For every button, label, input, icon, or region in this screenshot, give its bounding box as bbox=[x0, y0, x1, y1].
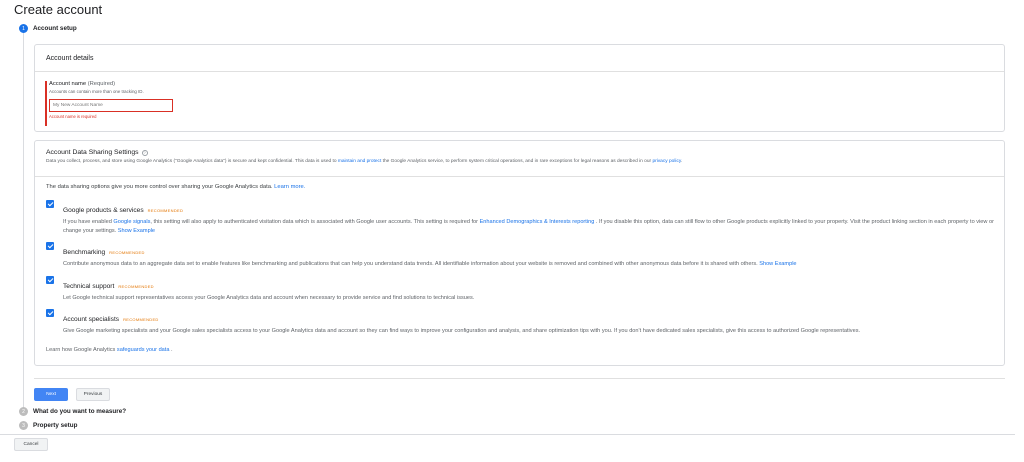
privacy-policy-link[interactable]: privacy policy bbox=[652, 159, 680, 164]
cancel-button[interactable]: Cancel bbox=[14, 438, 48, 451]
account-specialists-checkbox[interactable] bbox=[46, 309, 54, 317]
step-number-3: 3 bbox=[19, 421, 28, 430]
option-body: Google products & services RECOMMENDED If… bbox=[63, 199, 996, 235]
show-example-link[interactable]: Show Example bbox=[118, 228, 155, 234]
option-body: Technical support RECOMMENDED Let Google … bbox=[63, 275, 474, 303]
option-description: Let Google technical support representat… bbox=[63, 295, 475, 301]
step-label: Account setup bbox=[33, 25, 77, 32]
desc-text: If you have enabled bbox=[63, 219, 114, 225]
option-title: Account specialists bbox=[63, 316, 120, 323]
data-sharing-title: Account Data Sharing Settings ? bbox=[46, 149, 993, 156]
account-name-label-text: Account name bbox=[49, 81, 87, 87]
option-title-row: Account specialists RECOMMENDED bbox=[63, 308, 860, 326]
data-sharing-intro: The data sharing options give you more c… bbox=[46, 184, 305, 190]
learn-text: Learn how Google Analytics bbox=[46, 347, 117, 353]
stepper-line bbox=[23, 32, 24, 412]
learn-safeguards: Learn how Google Analytics safeguards yo… bbox=[46, 347, 173, 353]
required-label: (Required) bbox=[87, 81, 116, 87]
step-label: Property setup bbox=[33, 422, 78, 429]
option-description: If you have enabled Google signals, this… bbox=[63, 218, 996, 235]
recommended-badge: RECOMMENDED bbox=[118, 284, 154, 289]
option-technical-support: Technical support RECOMMENDED Let Google … bbox=[46, 275, 996, 303]
learn-text: . bbox=[169, 347, 173, 353]
account-details-card: Account details Account name (Required) … bbox=[34, 44, 1005, 132]
step-what-to-measure[interactable]: 2 What do you want to measure? bbox=[19, 407, 126, 416]
option-body: Account specialists RECOMMENDED Give Goog… bbox=[63, 308, 860, 336]
previous-button[interactable]: Previous bbox=[76, 388, 110, 401]
option-benchmarking: Benchmarking RECOMMENDED Contribute anony… bbox=[46, 241, 996, 269]
maintain-protect-link[interactable]: maintain and protect bbox=[338, 159, 381, 164]
google-signals-link[interactable]: Google signals bbox=[113, 219, 150, 225]
footer-divider bbox=[0, 434, 1015, 435]
account-details-header: Account details bbox=[35, 45, 1004, 72]
recommended-badge: RECOMMENDED bbox=[147, 208, 184, 213]
desc-text: Contribute anonymous data to an aggregat… bbox=[63, 261, 760, 267]
data-sharing-card: Account Data Sharing Settings ? Data you… bbox=[34, 140, 1005, 366]
option-description: Contribute anonymous data to an aggregat… bbox=[63, 260, 797, 269]
option-account-specialists: Account specialists RECOMMENDED Give Goog… bbox=[46, 308, 996, 336]
step-label: What do you want to measure? bbox=[33, 408, 127, 415]
data-sharing-header: Account Data Sharing Settings ? Data you… bbox=[35, 141, 1004, 177]
desc-text: . bbox=[680, 159, 683, 164]
account-name-error: Account name is required bbox=[49, 114, 97, 119]
intro-text: The data sharing options give you more c… bbox=[46, 184, 275, 190]
help-icon[interactable]: ? bbox=[141, 149, 148, 156]
data-sharing-description: Data you collect, process, and store usi… bbox=[46, 159, 993, 164]
step-number-1: 1 bbox=[19, 24, 28, 33]
step-number-2: 2 bbox=[19, 407, 28, 416]
show-example-link[interactable]: Show Example bbox=[759, 261, 796, 267]
account-name-help: Accounts can contain more than one track… bbox=[49, 89, 144, 94]
option-title-row: Benchmarking RECOMMENDED bbox=[63, 241, 797, 259]
option-title-row: Technical support RECOMMENDED bbox=[63, 275, 474, 293]
desc-text: , this setting will also apply to authen… bbox=[150, 219, 480, 225]
option-description: Give Google marketing specialists and yo… bbox=[63, 328, 861, 334]
option-title: Benchmarking bbox=[63, 249, 106, 256]
enhanced-demographics-link[interactable]: Enhanced Demographics & Interests report… bbox=[480, 219, 595, 225]
divider bbox=[34, 378, 1005, 379]
option-title: Google products & services bbox=[63, 207, 144, 214]
desc-text: Data you collect, process, and store usi… bbox=[46, 159, 338, 164]
step-account-setup[interactable]: 1 Account setup bbox=[19, 24, 77, 33]
learn-more-link[interactable]: Learn more. bbox=[274, 184, 305, 190]
page-title: Create account bbox=[14, 2, 103, 17]
safeguards-link[interactable]: safeguards your data bbox=[117, 347, 170, 353]
account-name-label: Account name (Required) bbox=[49, 81, 445, 87]
option-title: Technical support bbox=[63, 283, 115, 290]
option-title-row: Google products & services RECOMMENDED bbox=[63, 199, 996, 217]
step-property-setup[interactable]: 3 Property setup bbox=[19, 421, 77, 430]
google-products-checkbox[interactable] bbox=[46, 200, 54, 208]
next-button[interactable]: Next bbox=[34, 388, 68, 401]
benchmarking-checkbox[interactable] bbox=[46, 242, 54, 250]
technical-support-checkbox[interactable] bbox=[46, 276, 54, 284]
data-sharing-title-text: Account Data Sharing Settings bbox=[46, 149, 139, 156]
recommended-badge: RECOMMENDED bbox=[109, 250, 145, 255]
recommended-badge: RECOMMENDED bbox=[123, 317, 159, 322]
option-body: Benchmarking RECOMMENDED Contribute anony… bbox=[63, 241, 797, 269]
account-name-field: Account name (Required) Accounts can con… bbox=[45, 81, 445, 126]
account-name-input[interactable] bbox=[49, 99, 173, 112]
desc-text: the Google Analytics service, to perform… bbox=[381, 159, 653, 164]
option-google-products: Google products & services RECOMMENDED If… bbox=[46, 199, 996, 235]
